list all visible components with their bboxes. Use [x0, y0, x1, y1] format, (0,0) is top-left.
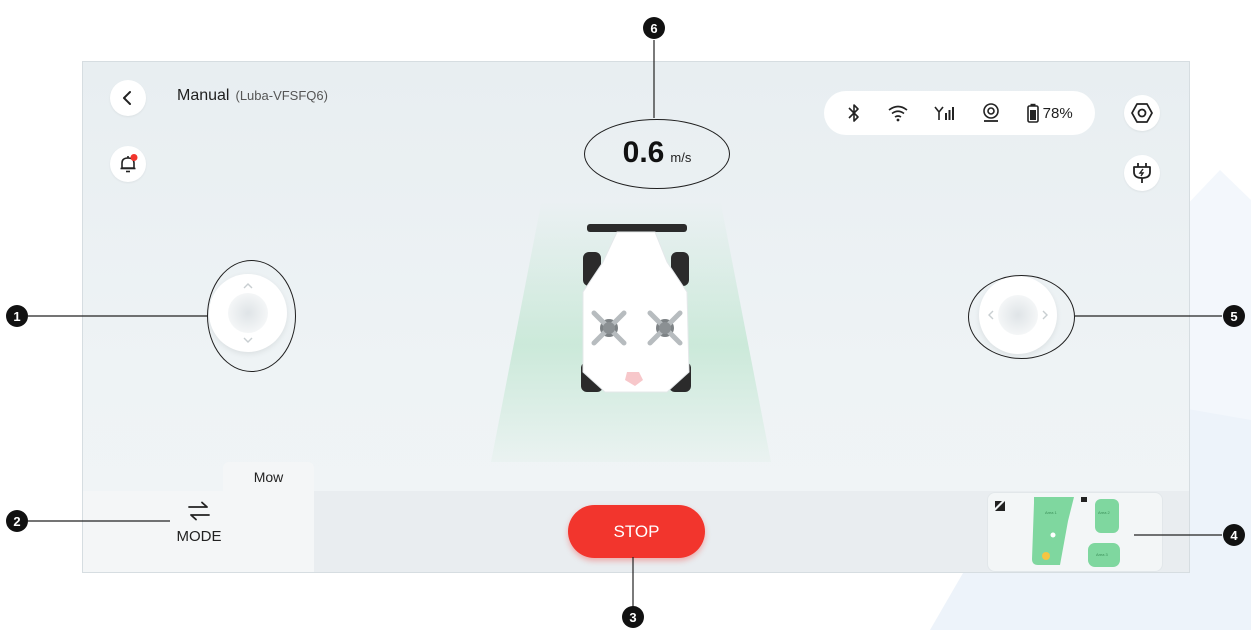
battery-level: 78% [1042, 104, 1073, 122]
battery-indicator: 78% [1026, 103, 1073, 123]
notification-button[interactable] [110, 146, 146, 182]
minimap[interactable]: Area 1 Area 2 Area 3 [987, 492, 1163, 572]
zone-label-3: Area 3 [1096, 552, 1108, 557]
back-button[interactable] [110, 80, 146, 116]
speed-unit: m/s [670, 150, 692, 165]
stop-button[interactable]: STOP [568, 505, 705, 558]
speed-value: 0.6 [622, 136, 665, 169]
bluetooth-icon [846, 103, 862, 123]
settings-button[interactable] [1124, 95, 1160, 131]
zone-label-2: Area 2 [1098, 510, 1110, 515]
chevron-left-icon [123, 91, 131, 105]
callout-6: 6 [643, 17, 665, 39]
notification-dot [130, 154, 138, 161]
charge-button[interactable] [1124, 155, 1160, 191]
battery-icon [1026, 103, 1039, 123]
zone-label-1: Area 1 [1045, 510, 1057, 515]
minimap-zones [1032, 497, 1120, 567]
gps-rtk-icon [980, 102, 1002, 124]
mower-illustration [581, 224, 691, 393]
minimap-expand-icon[interactable] [994, 500, 1006, 512]
hexagon-settings-icon [1131, 103, 1153, 123]
callout-4: 4 [1223, 524, 1245, 546]
callout-ring-right-joystick [968, 275, 1075, 359]
wifi-icon [887, 104, 909, 122]
device-name: (Luba-VFSFQ6) [235, 88, 328, 103]
speed-indicator: 0.6 m/s [584, 119, 730, 189]
cellular-signal-icon [933, 104, 955, 122]
plug-charging-icon [1133, 163, 1151, 183]
title-text: Manual [177, 87, 230, 104]
status-bar: 78% [824, 91, 1095, 135]
callout-5: 5 [1223, 305, 1245, 327]
bell-icon [120, 154, 138, 173]
callout-3: 3 [622, 606, 644, 628]
mode-label: MODE [176, 528, 222, 545]
callout-2: 2 [6, 510, 28, 532]
page-title: Manual (Luba-VFSFQ6) [177, 87, 328, 105]
callout-1: 1 [6, 305, 28, 327]
mow-mode-tab[interactable]: Mow [223, 462, 314, 491]
swap-arrows-icon [188, 501, 210, 521]
callout-ring-left-joystick [207, 260, 296, 372]
